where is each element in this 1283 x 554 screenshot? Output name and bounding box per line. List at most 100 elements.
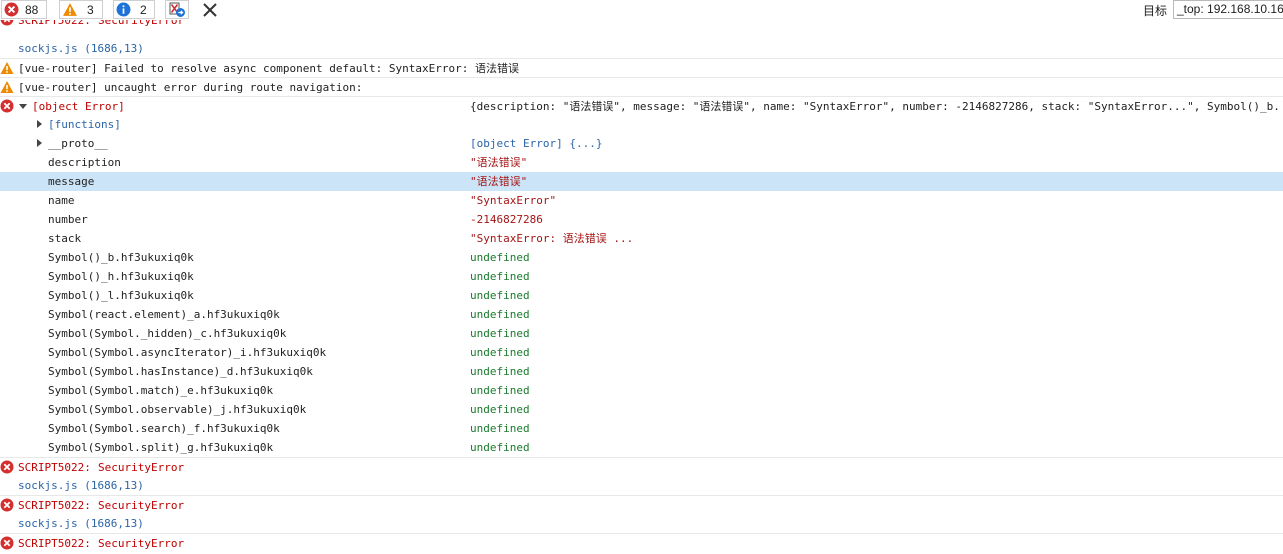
error-text: SecurityError — [98, 461, 185, 474]
error-code: SCRIPT5022: — [18, 461, 91, 474]
property-row[interactable]: description "语法错误" — [0, 153, 1283, 172]
error-icon — [0, 498, 14, 512]
error-icon — [0, 536, 14, 550]
collapse-arrow-icon[interactable] — [19, 104, 27, 109]
warning-icon — [0, 81, 14, 93]
property-value: "语法错误" — [470, 175, 528, 188]
property-row[interactable]: Symbol(react.element)_a.hf3ukuxiq0k unde… — [0, 305, 1283, 324]
property-row[interactable]: Symbol(Symbol.observable)_j.hf3ukuxiq0k … — [0, 400, 1283, 419]
clear-console-button[interactable] — [199, 0, 221, 19]
property-row[interactable]: Symbol(Symbol._hidden)_c.hf3ukuxiq0k und… — [0, 324, 1283, 343]
warnings-filter-button[interactable]: 3 — [59, 0, 103, 19]
property-row[interactable]: number -2146827286 — [0, 210, 1283, 229]
error-text: SecurityError — [98, 499, 185, 512]
property-name: Symbol(Symbol.asyncIterator)_i.hf3ukuxiq… — [48, 346, 327, 359]
property-name: Symbol(Symbol._hidden)_c.hf3ukuxiq0k — [48, 327, 287, 340]
object-functions-row[interactable]: [functions] — [0, 115, 1283, 134]
info-filter-button[interactable]: 2 — [113, 0, 155, 19]
property-row[interactable]: Symbol(Symbol.hasInstance)_d.hf3ukuxiq0k… — [0, 362, 1283, 381]
property-value: undefined — [470, 422, 530, 435]
warning-icon — [63, 3, 77, 16]
property-name: Symbol()_h.hf3ukuxiq0k — [48, 270, 194, 283]
object-proto-row[interactable]: __proto__ [object Error] {...} — [0, 134, 1283, 153]
property-value: undefined — [470, 384, 530, 397]
property-value: "SyntaxError: 语法错误 ... — [470, 232, 634, 245]
error-text: SecurityError — [98, 537, 185, 550]
error-code: SCRIPT5022: — [18, 499, 91, 512]
console-source-line: sockjs.js (1686,13) — [0, 39, 1283, 58]
source-link[interactable]: sockjs.js (1686,13) — [18, 514, 144, 533]
property-name: message — [48, 175, 95, 188]
source-link[interactable]: sockjs.js (1686,13) — [18, 476, 144, 495]
property-value: undefined — [470, 441, 530, 454]
expand-arrow-icon[interactable] — [37, 120, 42, 128]
property-row[interactable]: name "SyntaxError" — [0, 191, 1283, 210]
property-name: Symbol(Symbol.hasInstance)_d.hf3ukuxiq0k — [48, 365, 313, 378]
target-label: 目标 — [1143, 4, 1168, 18]
errors-count: 88 — [25, 2, 39, 17]
object-summary: {description: "语法错误", message: "语法错误", n… — [470, 100, 1280, 113]
property-value: undefined — [470, 365, 530, 378]
property-name: Symbol()_b.hf3ukuxiq0k — [48, 251, 194, 264]
property-row-selected[interactable]: message "语法错误" — [0, 172, 1283, 191]
property-value: "SyntaxError" — [470, 194, 557, 207]
property-row[interactable]: stack "SyntaxError: 语法错误 ... — [0, 229, 1283, 248]
warning-text: [vue-router] Failed to resolve async com… — [18, 62, 519, 75]
console-message-error[interactable]: SCRIPT5022: SecurityError — [0, 495, 1283, 514]
console-message-warning[interactable]: [vue-router] uncaught error during route… — [0, 77, 1283, 96]
property-name: Symbol(Symbol.observable)_j.hf3ukuxiq0k — [48, 403, 307, 416]
clear-on-navigate-icon — [169, 2, 185, 17]
console-message-error[interactable]: SCRIPT5022: SecurityError — [0, 533, 1283, 552]
functions-label: [functions] — [48, 118, 121, 131]
property-value: undefined — [470, 251, 530, 264]
property-value: undefined — [470, 289, 530, 302]
property-row[interactable]: Symbol()_h.hf3ukuxiq0k undefined — [0, 267, 1283, 286]
property-name: Symbol()_l.hf3ukuxiq0k — [48, 289, 194, 302]
console-source-line: sockjs.js (1686,13) — [0, 476, 1283, 495]
target-select[interactable]: _top: 192.168.10.161 — [1173, 0, 1283, 19]
proto-name: __proto__ — [48, 137, 108, 150]
proto-value: [object Error] {...} — [470, 137, 603, 150]
property-name: description — [48, 156, 121, 169]
source-link[interactable]: sockjs.js (1686,13) — [18, 39, 144, 58]
clear-on-navigate-button[interactable] — [165, 0, 189, 19]
property-row[interactable]: Symbol(Symbol.asyncIterator)_i.hf3ukuxiq… — [0, 343, 1283, 362]
property-value: "语法错误" — [470, 156, 528, 169]
property-value: undefined — [470, 270, 530, 283]
console-toolbar: 88 3 2 目标 _top: 192.168.10.161 — [0, 0, 1283, 20]
object-label: [object Error] — [32, 100, 125, 113]
info-count: 2 — [140, 2, 147, 17]
property-name: Symbol(Symbol.match)_e.hf3ukuxiq0k — [48, 384, 274, 397]
console-message-warning[interactable]: [vue-router] Failed to resolve async com… — [0, 58, 1283, 77]
errors-filter-button[interactable]: 88 — [1, 0, 47, 19]
property-name: Symbol(Symbol.search)_f.hf3ukuxiq0k — [48, 422, 280, 435]
property-name: Symbol(Symbol.split)_g.hf3ukuxiq0k — [48, 441, 274, 454]
error-icon — [4, 2, 19, 17]
console-message-error[interactable]: SCRIPT5022: SecurityError — [0, 457, 1283, 476]
property-row[interactable]: Symbol()_b.hf3ukuxiq0k undefined — [0, 248, 1283, 267]
property-name: stack — [48, 232, 82, 245]
error-icon — [0, 460, 14, 474]
error-code: SCRIPT5022: — [18, 537, 91, 550]
property-row[interactable]: Symbol()_l.hf3ukuxiq0k undefined — [0, 286, 1283, 305]
console-output: SCRIPT5022: SecurityError sockjs.js (168… — [0, 0, 1283, 554]
property-name: name — [48, 194, 75, 207]
property-value: undefined — [470, 403, 530, 416]
property-value: undefined — [470, 346, 530, 359]
property-row[interactable]: Symbol(Symbol.match)_e.hf3ukuxiq0k undef… — [0, 381, 1283, 400]
warning-icon — [0, 62, 14, 74]
property-row[interactable]: Symbol(Symbol.split)_g.hf3ukuxiq0k undef… — [0, 438, 1283, 457]
property-value: undefined — [470, 327, 530, 340]
property-value: undefined — [470, 308, 530, 321]
property-name: Symbol(react.element)_a.hf3ukuxiq0k — [48, 308, 280, 321]
property-value: -2146827286 — [470, 213, 543, 226]
console-message-error[interactable]: SCRIPT5022: SecurityError — [0, 20, 1283, 39]
object-error-header[interactable]: [object Error] {description: "语法错误", mes… — [0, 96, 1283, 115]
close-icon — [203, 2, 217, 17]
error-code: SCRIPT5022: — [18, 20, 91, 27]
error-text: SecurityError — [98, 20, 185, 27]
property-row[interactable]: Symbol(Symbol.search)_f.hf3ukuxiq0k unde… — [0, 419, 1283, 438]
expand-arrow-icon[interactable] — [37, 139, 42, 147]
error-icon — [0, 20, 14, 26]
property-name: number — [48, 213, 88, 226]
